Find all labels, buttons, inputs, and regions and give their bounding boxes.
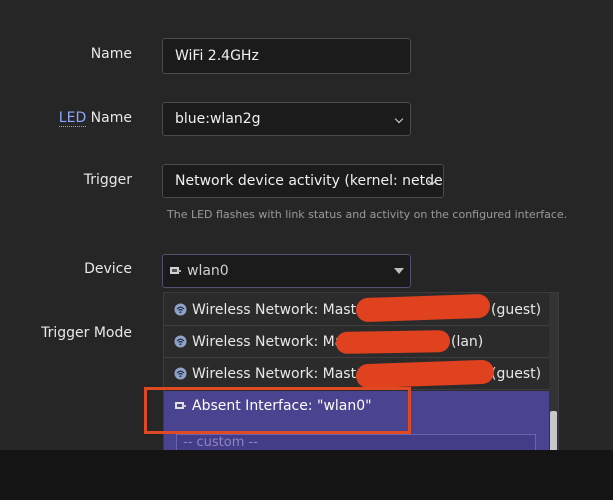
name-input[interactable]: WiFi 2.4GHz bbox=[162, 38, 411, 74]
led-name-label: LED Name bbox=[0, 110, 132, 127]
led-name-value: blue:wlan2g bbox=[175, 111, 261, 127]
option-suffix: (lan) bbox=[451, 334, 484, 350]
wireless-icon bbox=[174, 367, 187, 379]
wireless-icon bbox=[174, 335, 187, 347]
led-name-label-rest: Name bbox=[86, 110, 132, 126]
redaction-mark bbox=[355, 293, 491, 323]
led-abbreviation: LED bbox=[58, 110, 87, 127]
trigger-hint: The LED flashes with link status and act… bbox=[167, 208, 568, 221]
name-label: Name bbox=[90, 46, 132, 62]
device-value: wlan0 bbox=[187, 263, 229, 279]
redaction-mark bbox=[355, 359, 495, 389]
wireless-icon bbox=[174, 303, 187, 315]
option-suffix: (guest) bbox=[491, 302, 542, 318]
footer-band bbox=[0, 450, 613, 500]
device-label: Device bbox=[84, 261, 132, 277]
device-select[interactable]: wlan0 bbox=[162, 254, 411, 288]
trigger-label: Trigger bbox=[83, 172, 132, 188]
trigger-value: Network device activity (kernel: netdev) bbox=[175, 173, 444, 189]
option-text: Wireless Network: Master " bbox=[192, 366, 382, 382]
trigger-select[interactable]: Network device activity (kernel: netdev) bbox=[162, 164, 444, 198]
caret-down-icon bbox=[394, 268, 404, 274]
dropdown-scrollbar[interactable] bbox=[549, 293, 558, 462]
redaction-mark bbox=[335, 330, 451, 354]
annotation-highlight-box bbox=[144, 387, 411, 434]
trigger-mode-label: Trigger Mode bbox=[41, 325, 132, 341]
led-name-select[interactable]: blue:wlan2g bbox=[162, 102, 411, 136]
option-suffix: (guest) bbox=[491, 366, 542, 382]
network-port-icon bbox=[170, 266, 181, 274]
option-text: Wireless Network: Master bbox=[192, 302, 371, 318]
